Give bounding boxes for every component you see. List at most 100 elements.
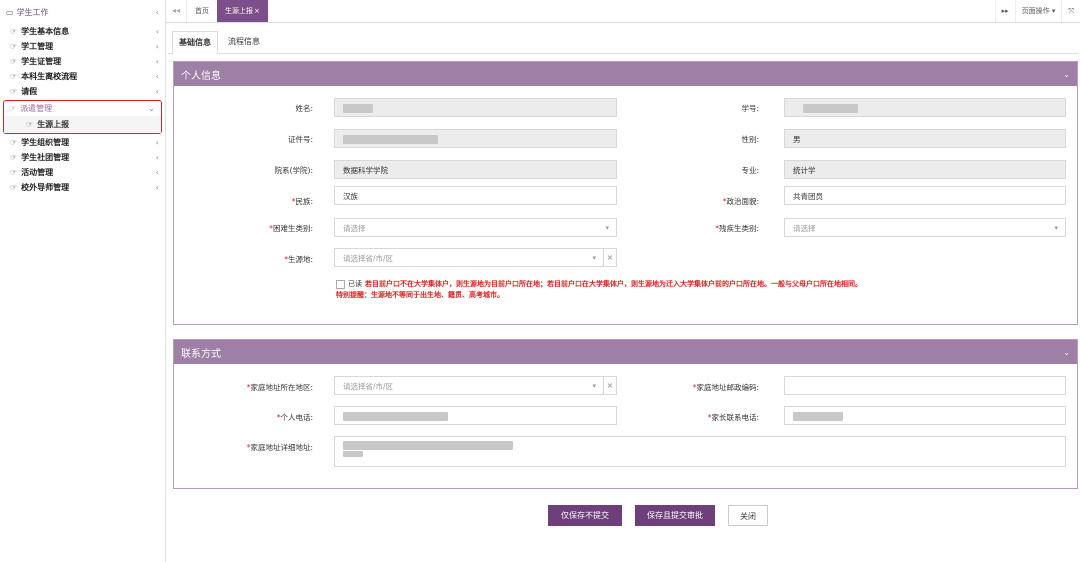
hand-point-icon: ☞ [10,87,18,96]
disability-select[interactable]: 请选择 ▾ [784,218,1066,237]
id-label: 证件号: [287,135,313,144]
sidebar-item-student-info[interactable]: ☞ 学生基本信息 ‹ [0,24,165,39]
contact-panel: 联系方式 ⌄ *家庭地址所在地区: 请选择省/市/区 ▾ × *家庭地址邮政编码:… [173,339,1078,489]
address-label: *家庭地址详细地址: [246,443,313,452]
dept-label: 院系(学院): [274,166,313,175]
close-icon[interactable]: × [254,7,260,15]
hand-point-icon: ☞ [10,42,18,51]
tab-home[interactable]: 首页 [187,0,217,22]
tab-right-controls: ▸▸ 页面操作 ▾ ⤧ [994,0,1080,22]
chevron-left-icon: ‹ [155,87,159,96]
hand-point-icon: ☞ [10,138,18,147]
tab-basic-info[interactable]: 基础信息 [172,31,218,55]
chevron-left-icon: ‹ [155,153,159,162]
sidebar-item-student-affairs[interactable]: ☞ 学工管理 ‹ [0,39,165,54]
sidebar-item-student-card[interactable]: ☞ 学生证管理 ‹ [0,54,165,69]
ethnic-label: *民族: [291,197,313,206]
save-submit-button[interactable]: 保存且提交审批 [635,505,715,526]
contact-header[interactable]: 联系方式 ⌄ [174,340,1077,364]
major-field[interactable]: 统计学 [784,160,1066,179]
chevron-left-icon: ‹ [155,7,159,17]
hand-point-icon: ☞ [10,72,18,81]
political-label: *政治面貌: [722,197,759,206]
clear-origin-button[interactable]: × [603,248,617,267]
redacted-block [343,451,363,457]
phone-input[interactable] [334,406,617,425]
redacted-block [803,104,858,113]
chevron-left-icon: ‹ [155,57,159,66]
student-no-field[interactable] [784,98,1066,117]
save-only-button[interactable]: 仅保存不提交 [548,505,622,526]
chevron-down-icon: ▾ [592,382,596,390]
panel-title: 个人信息 [181,70,221,82]
chevron-down-icon: ⌄ [148,104,155,113]
chevron-left-icon: ‹ [155,72,159,81]
political-input[interactable]: 共青团员 [784,186,1066,205]
personal-info-panel: 个人信息 ⌄ 姓名: 学号: 证件号: 性别: 男 院系(学院): 数据科学学院… [173,61,1078,325]
gender-label: 性别: [741,135,759,144]
read-label: 已读 [348,280,362,288]
tab-prev-button[interactable]: ◂◂ [166,0,187,22]
fullscreen-icon[interactable]: ⤧ [1061,0,1080,22]
caret-down-icon: ▾ [605,224,609,232]
sidebar-item-dispatch[interactable]: ☞ 派遣管理 ⌄ [4,101,161,116]
hand-point-icon: ☞ [9,104,17,113]
origin-label: *生源地: [284,255,313,264]
chevron-down-icon: ⌄ [1063,347,1070,357]
sidebar-item-leaving-process[interactable]: ☞ 本科生离校流程 ‹ [0,69,165,84]
major-label: 专业: [741,166,759,175]
origin-select[interactable]: 请选择省/市/区 ▾ [334,248,604,267]
parent-phone-label: *家长联系电话: [707,413,759,422]
chevron-left-icon: ‹ [155,168,159,177]
sidebar-header[interactable]: ▭ 学生工作 ‹ [0,0,165,24]
tab-origin-report[interactable]: 生源上报× [217,0,268,22]
main-area: ◂◂ 首页 生源上报× ▸▸ 页面操作 ▾ ⤧ 基础信息 流程信息 个人信息 ⌄… [166,0,1080,562]
caret-down-icon: ▾ [1054,224,1058,232]
hardship-label: *困难生类别: [269,224,313,233]
sidebar-subitem-origin-report[interactable]: ☞ 生源上报 [4,116,161,133]
page-ops-dropdown[interactable]: 页面操作 ▾ [1014,0,1062,22]
chevron-down-icon: ⌄ [1063,69,1070,79]
chevron-left-icon: ‹ [155,138,159,147]
tab-bar: ◂◂ 首页 生源上报× ▸▸ 页面操作 ▾ ⤧ [166,0,1080,23]
sidebar-item-student-club[interactable]: ☞ 学生社团管理 ‹ [0,150,165,165]
redacted-block [343,441,513,450]
chevron-down-icon: ▾ [592,254,596,262]
tab-flow-info[interactable]: 流程信息 [222,31,266,53]
home-region-select[interactable]: 请选择省/市/区 ▾ [334,376,604,395]
dept-field[interactable]: 数据科学学院 [334,160,617,179]
ethnic-input[interactable]: 汉族 [334,186,617,205]
postcode-label: *家庭地址邮政编码: [692,383,759,392]
sidebar-item-activity[interactable]: ☞ 活动管理 ‹ [0,165,165,180]
personal-info-header[interactable]: 个人信息 ⌄ [174,62,1077,86]
tab-next-button[interactable]: ▸▸ [994,0,1015,22]
hand-point-icon: ☞ [26,120,34,129]
chevron-left-icon: ‹ [155,27,159,36]
chevron-left-icon: ‹ [155,183,159,192]
hardship-select[interactable]: 请选择 ▾ [334,218,617,237]
postcode-input[interactable] [784,376,1066,395]
chevron-left-icon: ‹ [155,42,159,51]
hand-point-icon: ☞ [10,153,18,162]
read-checkbox[interactable] [336,279,345,289]
clear-home-region-button[interactable]: × [603,376,617,395]
sidebar-group-dispatch: ☞ 派遣管理 ⌄ ☞ 生源上报 [3,100,162,134]
gender-field[interactable]: 男 [784,129,1066,148]
redacted-block [793,412,843,421]
hand-point-icon: ☞ [10,183,18,192]
origin-note: 已读 若目前户口不在大学集体户，则生源地为目前户口所在地；若目前户口在大学集体户，… [336,279,1076,301]
address-textarea[interactable] [334,436,1066,467]
sidebar-item-leave[interactable]: ☞ 请假 ‹ [0,84,165,99]
note-line-2: 特别提醒：生源地不等同于出生地、籍贯、高考城市。 [336,291,504,299]
hand-point-icon: ☞ [10,168,18,177]
close-button[interactable]: 关闭 [728,505,768,526]
name-field[interactable] [334,98,617,117]
sidebar-item-student-org[interactable]: ☞ 学生组织管理 ‹ [0,135,165,150]
sidebar-item-mentor[interactable]: ☞ 校外导师管理 ‹ [0,180,165,195]
redacted-block [343,104,373,113]
id-field[interactable] [334,129,617,148]
disability-label: *残疾生类别: [715,224,759,233]
sub-tabs: 基础信息 流程信息 [168,31,1078,55]
parent-phone-input[interactable] [784,406,1066,425]
hand-point-icon: ☞ [10,57,18,66]
